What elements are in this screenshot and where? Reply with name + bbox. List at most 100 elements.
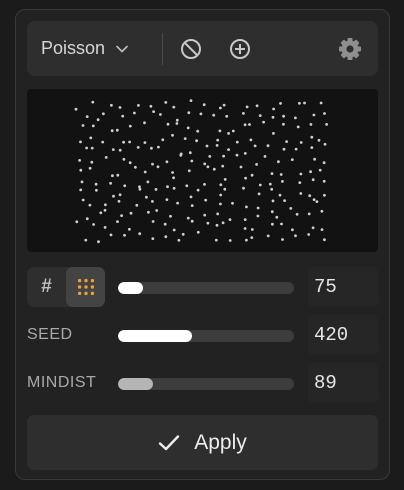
scatter-dot [91,124,95,128]
scatter-dot [323,193,326,197]
mode-toggle: # [27,267,105,307]
scatter-dot [81,124,85,127]
add-icon[interactable] [227,36,253,62]
mindist-label: MINDIST [27,374,97,391]
count-row: # 75 [27,267,378,307]
count-slider[interactable] [118,282,294,294]
count-input[interactable]: 75 [308,267,378,307]
scatter-dot [279,173,283,176]
scatter-dot [299,172,303,176]
scatter-dot [133,111,136,115]
mindist-slider[interactable] [118,378,294,390]
count-mode-button[interactable]: # [27,267,66,307]
scatter-dot [99,211,103,215]
scatter-dot [228,218,232,222]
mindist-row: MINDIST 89 [27,363,378,403]
scatter-dot [221,164,225,168]
scatter-dot [227,132,231,135]
scatter-dot [163,222,167,226]
scatter-dot [155,209,159,212]
seed-slider[interactable] [118,330,294,342]
apply-label: Apply [194,430,247,454]
scatter-dot [258,114,262,117]
grid-mode-button[interactable] [66,267,105,307]
scatter-dot [227,148,231,151]
distribution-dropdown[interactable]: Poisson [41,21,129,76]
scatter-dot [171,171,175,174]
distribution-label: Poisson [41,38,106,58]
scatter-dot [325,123,328,126]
scatter-dot [172,228,176,232]
scatter-dot [186,126,190,130]
scatter-dot [166,122,170,126]
scatter-dot [116,220,119,224]
scatter-dot [310,135,314,139]
scatter-dot [253,144,257,148]
scatter-dot [257,192,261,196]
scatter-dot [268,182,272,186]
apply-button[interactable]: Apply [27,415,378,470]
scatter-dot [215,144,219,147]
scatter-dot [266,234,270,238]
scatter-dot [298,181,302,184]
scatter-dot [74,107,78,111]
scatter-dot [271,222,274,226]
scatter-dot [312,113,316,117]
scatter-dot [204,198,208,202]
scatter-dot [117,199,121,203]
seed-input[interactable]: 420 [308,315,378,355]
scatter-dot [91,100,95,104]
scatter-dot [308,194,312,198]
scatter-dot [203,162,207,166]
scatter-dot [102,112,105,116]
grid-dots-icon [77,279,94,295]
scatter-dot [95,188,98,192]
scatter-dot [290,158,294,161]
scatter-dot [123,233,126,237]
scatter-dot [171,133,174,137]
gear-icon[interactable] [337,36,363,62]
scatter-dot [85,217,89,221]
scatter-dot [307,233,311,236]
scatter-dot [294,234,297,238]
scatter-dot [285,140,288,143]
scatter-dot [310,146,314,149]
scatter-dot [266,144,270,148]
scatter-dot [187,111,191,115]
scatter-dot [116,173,120,177]
scatter-dot [88,166,92,170]
scatter-dot [242,112,245,115]
scatter-dot [79,140,82,144]
scatter-dot [159,113,162,116]
scatter-dot [122,140,125,144]
scatter-dot [206,221,210,225]
scatter-dot [104,203,107,207]
scatter-dot [271,199,275,203]
scatter-dot [129,211,133,215]
scatter-dot [320,209,324,213]
scatter-dot [250,173,254,177]
scatter-dot [122,157,126,161]
scatter-dot [218,129,222,133]
scatter-dot [307,212,311,216]
scatter-dot [172,105,176,109]
scatter-dot [256,214,260,218]
scatter-dot [75,220,79,224]
scatter-dot [318,168,322,172]
scatter-dot [223,187,227,191]
scatter-dot [275,215,279,219]
scatter-dot [256,206,260,210]
scatter-dot [134,165,137,169]
scatter-dot [245,105,249,109]
clear-icon[interactable] [178,36,204,62]
scatter-dot [281,180,284,183]
mindist-input[interactable]: 89 [308,363,378,403]
scatter-dot [243,227,247,230]
scatter-dot [92,223,95,226]
scatter-dot [235,140,239,144]
scatter-dot [219,202,222,206]
scatter-dot [79,188,83,192]
scatter-dot [323,238,326,242]
seed-slider-fill [118,330,192,342]
scatter-dot [85,146,88,150]
